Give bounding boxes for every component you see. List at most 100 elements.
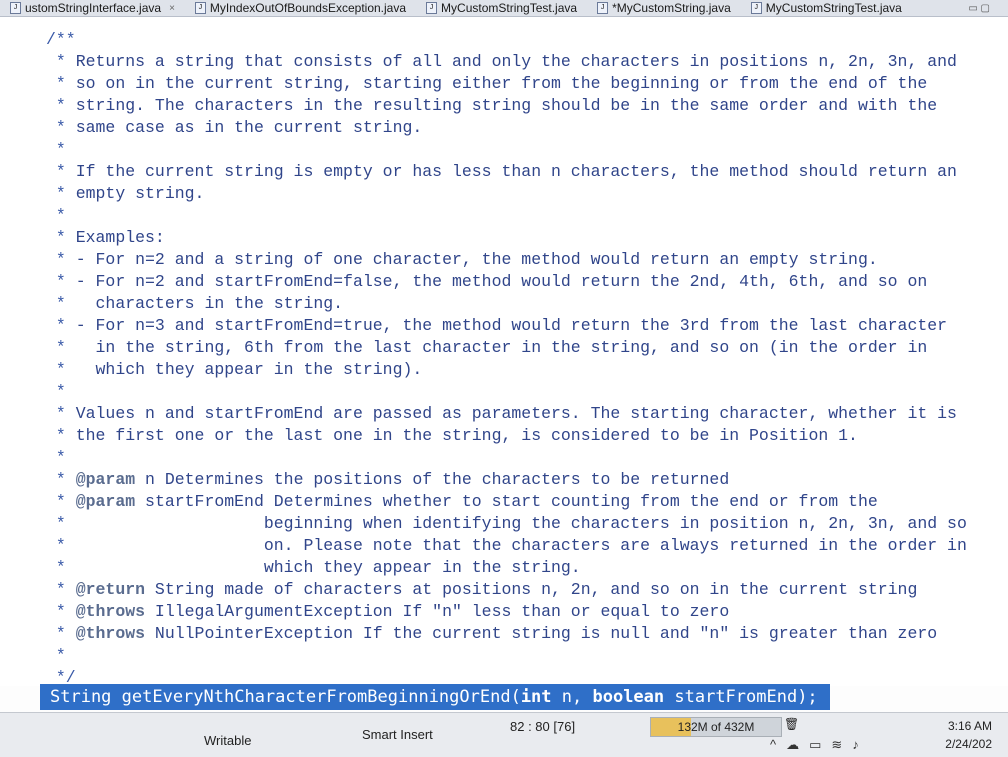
javadoc-tag: @return	[75, 580, 146, 599]
comment-text: String made of characters at positions n…	[145, 580, 918, 599]
comment-text: beginning when identifying the character…	[75, 514, 967, 533]
comment-marker: *	[46, 404, 76, 423]
editor-tab-label: MyCustomStringTest.java	[765, 1, 902, 15]
code-line: * so on in the current string, starting …	[46, 73, 967, 95]
comment-marker: *	[46, 272, 76, 291]
comment-marker: *	[46, 558, 76, 577]
editor-tab-bar: JustomStringInterface.java × J MyIndexOutOf…	[0, 0, 1008, 17]
comment-marker: *	[46, 228, 76, 247]
comment-marker: *	[46, 118, 76, 137]
java-file-icon: J	[597, 2, 609, 14]
editor-tab-label: MyCustomStringTest.java	[441, 1, 578, 15]
code-line: /**	[46, 29, 967, 51]
comment-marker: *	[46, 294, 76, 313]
comment-marker: *	[46, 96, 76, 115]
insert-mode-status[interactable]: Smart Insert	[362, 727, 433, 742]
keyword-boolean: boolean	[592, 687, 665, 707]
editor-tab[interactable]: J MyCustomStringTest.java	[416, 0, 587, 16]
javadoc-tag: @throws	[75, 602, 146, 621]
comment-marker: *	[46, 580, 76, 599]
trash-icon[interactable]: 🗑	[784, 717, 799, 733]
volume-icon[interactable]: ♪	[852, 737, 869, 752]
code-line: * @param startFromEnd Determines whether…	[46, 491, 967, 513]
javadoc-tag: @throws	[75, 624, 146, 643]
cursor-position: 82 : 80 [76]	[510, 719, 576, 734]
comment-text: which they appear in the string).	[75, 360, 423, 379]
comment-text: which they appear in the string.	[75, 558, 581, 577]
comment-marker: *	[46, 382, 66, 401]
code-line: * Values n and startFromEnd are passed a…	[46, 403, 967, 425]
keyword-int: int	[520, 687, 552, 707]
editor-tab[interactable]: J *MyCustomString.java	[587, 0, 741, 16]
comment-marker: *	[46, 514, 76, 533]
code-line: *	[46, 205, 967, 227]
comment-text: - For n=2 and startFromEnd=false, the me…	[75, 272, 928, 291]
comment-marker: *	[46, 74, 76, 93]
code-line: *	[46, 447, 967, 469]
comment-marker: *	[46, 206, 66, 225]
code-editor[interactable]: /** * Returns a string that consists of …	[0, 17, 1008, 686]
comment-text: on. Please note that the characters are …	[75, 536, 967, 555]
comment-marker: *	[46, 602, 76, 621]
code-line: * If the current string is empty or has …	[46, 161, 967, 183]
comment-text: NullPointerException If the current stri…	[145, 624, 938, 643]
system-tray: ^☁▭≋♪	[770, 737, 869, 753]
comment-text: - For n=2 and a string of one character,…	[75, 250, 878, 269]
java-file-icon: J	[194, 2, 206, 14]
status-bar: Writable Smart Insert 82 : 80 [76] 132M …	[0, 712, 1008, 757]
code-line: * which they appear in the string.	[46, 557, 967, 579]
comment-marker: *	[46, 52, 76, 71]
clock-date: 2/24/202	[945, 737, 992, 751]
editor-tab[interactable]: JustomStringInterface.java ×	[0, 0, 185, 16]
javadoc-tag: @param	[75, 492, 136, 511]
comment-marker: *	[46, 492, 76, 511]
editor-tab[interactable]: J MyCustomStringTest.java	[741, 0, 912, 16]
heap-status[interactable]: 132M of 432M	[650, 717, 782, 737]
javadoc-comment[interactable]: /** * Returns a string that consists of …	[46, 29, 967, 686]
code-line: * @return String made of characters at p…	[46, 579, 967, 601]
comment-marker: *	[46, 338, 76, 357]
code-line: * the first one or the last one in the s…	[46, 425, 967, 447]
battery-icon[interactable]: ▭	[809, 737, 831, 752]
code-line: * - For n=3 and startFromEnd=true, the m…	[46, 315, 967, 337]
code-line: * Examples:	[46, 227, 967, 249]
code-line: * characters in the string.	[46, 293, 967, 315]
javadoc-tag: @param	[75, 470, 136, 489]
editor-tab-label: *MyCustomString.java	[612, 1, 731, 15]
comment-marker: /**	[46, 30, 76, 49]
writable-status: Writable	[204, 733, 252, 748]
code-line: * on. Please note that the characters ar…	[46, 535, 967, 557]
comment-marker: *	[46, 536, 76, 555]
minimize-maximize-icon[interactable]: ▭ ▢	[968, 3, 1008, 14]
code-line: * beginning when identifying the charact…	[46, 513, 967, 535]
comment-text: characters in the string.	[75, 294, 344, 313]
comment-text: in the string, 6th from the last charact…	[75, 338, 928, 357]
java-file-icon: J	[750, 2, 762, 14]
java-file-icon: J	[10, 2, 21, 14]
clock-time: 3:16 AM	[947, 719, 992, 733]
decl-param-n: n,	[551, 687, 593, 707]
comment-text: same case as in the current string.	[75, 118, 423, 137]
cloud-icon[interactable]: ☁	[786, 737, 809, 752]
clock[interactable]: 3:16 AM 2/24/202	[945, 717, 992, 753]
code-line: * - For n=2 and a string of one characte…	[46, 249, 967, 271]
comment-text: If the current string is empty or has le…	[75, 162, 957, 181]
method-declaration-line[interactable]: String getEveryNthCharacterFromBeginning…	[40, 684, 830, 710]
comment-text: string. The characters in the resulting …	[75, 96, 938, 115]
comment-text: Values n and startFromEnd are passed as …	[75, 404, 957, 423]
comment-text: empty string.	[75, 184, 205, 203]
close-icon[interactable]: ×	[169, 3, 175, 14]
comment-text: Examples:	[75, 228, 165, 247]
decl-suffix: startFromEnd);	[664, 687, 818, 707]
code-line: * empty string.	[46, 183, 967, 205]
comment-text: n Determines the positions of the charac…	[135, 470, 730, 489]
comment-marker: *	[46, 162, 76, 181]
editor-tab[interactable]: J MyIndexOutOfBoundsException.java	[185, 0, 416, 16]
chevron-up-icon[interactable]: ^	[770, 737, 786, 752]
comment-text: startFromEnd Determines whether to start…	[135, 492, 878, 511]
comment-marker: *	[46, 624, 76, 643]
comment-marker: *	[46, 426, 76, 445]
code-line: *	[46, 645, 967, 667]
comment-marker: *	[46, 250, 76, 269]
wifi-icon[interactable]: ≋	[831, 737, 852, 752]
